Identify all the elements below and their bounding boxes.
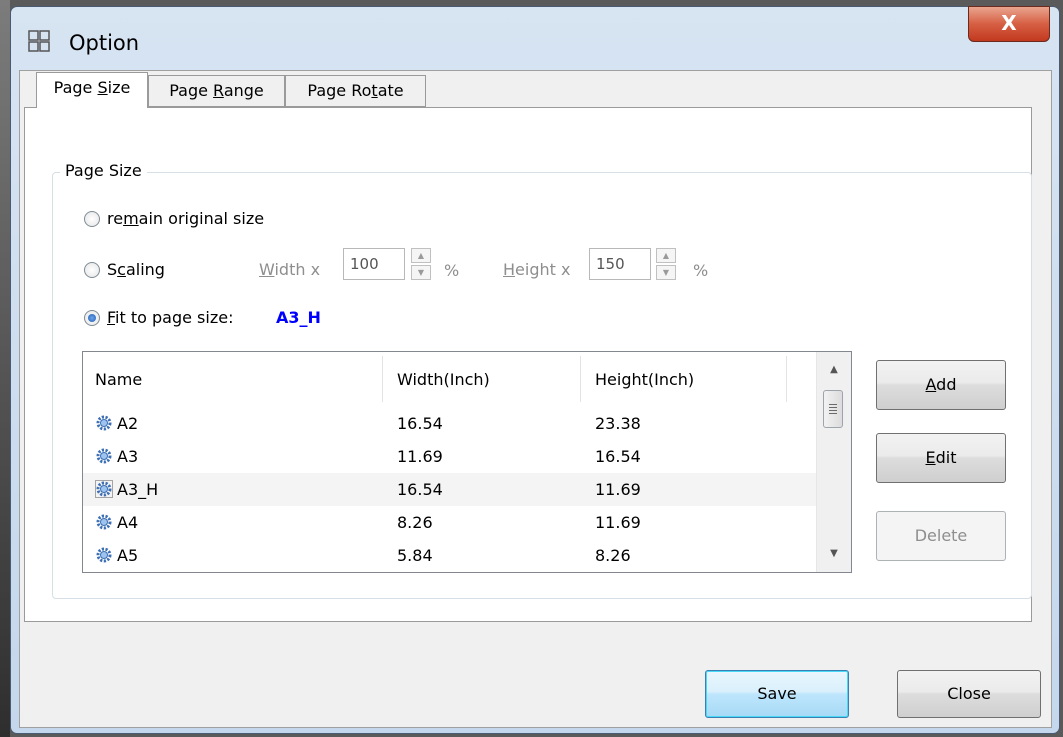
decrement-icon[interactable]: ▼ <box>411 265 431 280</box>
edit-button[interactable]: Edit <box>876 433 1006 483</box>
column-header-height[interactable]: Height(Inch) <box>595 370 694 389</box>
row-width: 16.54 <box>397 414 443 433</box>
tab-page-rotate[interactable]: Page Rotate <box>285 75 426 107</box>
delete-button[interactable]: Delete <box>876 511 1006 561</box>
background-edge <box>0 0 10 737</box>
app-icon <box>28 30 50 52</box>
tab-page-size[interactable]: Page Size <box>36 72 148 108</box>
table-row[interactable]: A5 5.84 8.26 <box>83 539 818 572</box>
row-height: 16.54 <box>595 447 641 466</box>
window-title: Option <box>69 31 140 55</box>
row-width: 11.69 <box>397 447 443 466</box>
table-row[interactable]: A3 11.69 16.54 <box>83 440 818 473</box>
fit-to-page-size-radio[interactable] <box>84 310 100 326</box>
width-unit: % <box>444 261 460 280</box>
page-size-group-legend: Page Size <box>60 161 147 180</box>
row-name: A4 <box>117 513 139 532</box>
height-unit: % <box>693 261 709 280</box>
column-header-width[interactable]: Width(Inch) <box>397 370 490 389</box>
height-scale-label: Height x <box>503 260 571 279</box>
width-scale-input[interactable]: 100 <box>343 248 405 280</box>
height-scale-input[interactable]: 150 <box>589 248 651 280</box>
row-name: A2 <box>117 414 139 433</box>
gear-icon <box>96 547 112 563</box>
fit-to-page-size-label[interactable]: Fit to page size: <box>107 308 233 327</box>
row-width: 5.84 <box>397 546 433 565</box>
scaling-label[interactable]: Scaling <box>107 260 165 279</box>
table-row-selected[interactable]: A3_H 16.54 11.69 <box>83 473 818 506</box>
row-height: 11.69 <box>595 480 641 499</box>
width-scale-stepper[interactable]: ▲ ▼ <box>411 248 431 280</box>
remain-original-size-label[interactable]: remain original size <box>107 209 264 228</box>
scaling-radio[interactable] <box>84 262 100 278</box>
row-height: 11.69 <box>595 513 641 532</box>
table-row[interactable]: A4 8.26 11.69 <box>83 506 818 539</box>
add-button[interactable]: Add <box>876 360 1006 410</box>
row-height: 23.38 <box>595 414 641 433</box>
tab-page-range[interactable]: Page Range <box>148 75 285 107</box>
row-name: A3 <box>117 447 139 466</box>
row-name: A3_H <box>117 480 159 499</box>
height-scale-stepper[interactable]: ▲ ▼ <box>656 248 676 280</box>
close-window-button[interactable]: X <box>968 6 1050 42</box>
gear-icon <box>96 415 112 431</box>
table-scrollbar[interactable]: ▲ ▼ <box>816 352 851 572</box>
width-scale-label: Width x <box>259 260 321 279</box>
row-width: 16.54 <box>397 480 443 499</box>
save-button[interactable]: Save <box>705 670 849 718</box>
title-bar[interactable]: Option X <box>11 6 1059 67</box>
table-header: Name Width(Inch) Height(Inch) <box>83 352 818 407</box>
page-size-table[interactable]: Name Width(Inch) Height(Inch) A2 16.54 2… <box>82 351 852 573</box>
gear-icon <box>96 514 112 530</box>
increment-icon[interactable]: ▲ <box>411 248 431 263</box>
scroll-up-icon[interactable]: ▲ <box>817 360 851 380</box>
close-button[interactable]: Close <box>897 670 1041 718</box>
scroll-down-icon[interactable]: ▼ <box>817 544 851 564</box>
fit-page-size-value: A3_H <box>276 308 321 327</box>
column-header-name[interactable]: Name <box>95 370 142 389</box>
row-name: A5 <box>117 546 139 565</box>
row-height: 8.26 <box>595 546 631 565</box>
increment-icon[interactable]: ▲ <box>656 248 676 263</box>
gear-icon <box>96 448 112 464</box>
table-row[interactable]: A2 16.54 23.38 <box>83 407 818 440</box>
decrement-icon[interactable]: ▼ <box>656 265 676 280</box>
remain-original-size-radio[interactable] <box>84 211 100 227</box>
scroll-thumb[interactable] <box>823 390 843 428</box>
gear-icon <box>95 480 113 498</box>
row-width: 8.26 <box>397 513 433 532</box>
